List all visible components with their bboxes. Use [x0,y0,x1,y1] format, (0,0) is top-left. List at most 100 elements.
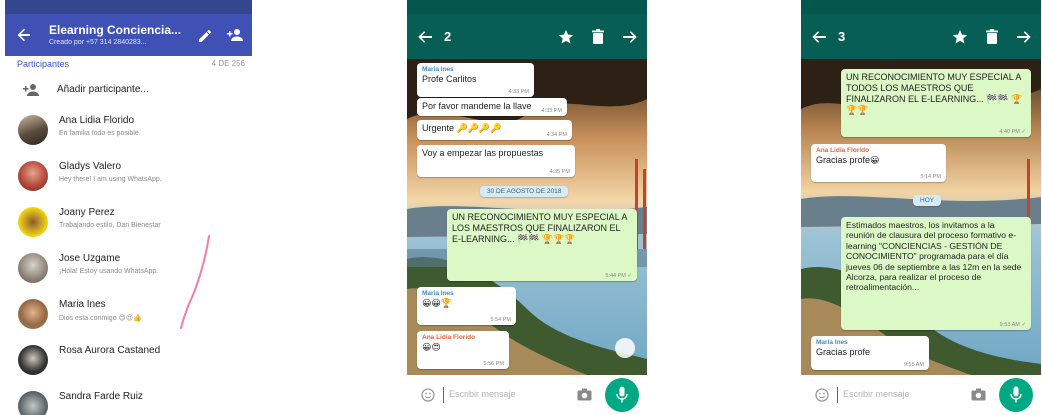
sender-name: Maria Ines [816,339,848,346]
back-arrow-icon[interactable] [15,26,33,44]
avatar [18,161,48,191]
message-time: 5:14 PM [920,174,941,180]
group-title: Elearning Conciencia... [49,23,182,37]
participant-status: Dios esta conmigo 😊😍👍 [59,315,142,322]
message-input-bar: Escribir mensaje [407,375,647,415]
selection-app-bar: 2 [407,14,647,59]
status-bar [5,0,252,14]
message-time: 4:40 PM ✓ [999,129,1026,135]
participants-count: 4 DE 256 [211,59,245,68]
message-input[interactable]: Escribir mensaje [807,380,993,410]
message-bubble[interactable]: Ana Lidia Florido Gracias profe😀 5:14 PM [811,144,946,182]
avatar [18,391,48,415]
participant-name: Maria Ines [59,299,106,310]
avatar [18,299,48,329]
trash-icon[interactable] [591,29,605,45]
message-placeholder: Escribir mensaje [449,389,516,399]
message-text: Gracias profe [816,347,871,357]
selection-app-bar: 3 [801,14,1041,59]
message-bubble[interactable]: Voy a empezar las propuestas 4:35 PM [417,145,575,177]
message-time: 5:44 PM ✓ [605,273,632,279]
participant-name: Sandra Farde Ruiz [59,391,143,402]
sender-name: Ana Lidia Florido [422,334,476,341]
sender-name: Maria Ines [422,66,454,73]
date-separator: 30 DE AGOSTO DE 2018 [480,186,569,197]
chat-screen-selection-3: 3 UN RECONOCIMIENTO MUY ESPECIAL A TODOS… [801,0,1041,415]
trash-icon[interactable] [985,29,999,45]
message-text: UN RECONOCIMIENTO MUY ESPECIAL A LOS MAE… [452,212,627,244]
avatar [18,345,48,375]
forward-arrow-icon[interactable] [1016,30,1032,44]
chat-screen-selection-2: 2 Maria Ines Profe Carlitos 4:33 PM Por … [407,0,647,415]
mic-button[interactable] [999,378,1033,412]
message-time: 9:53 AM ✓ [999,322,1026,328]
microphone-icon [1010,386,1022,404]
message-text: Urgente 🔑🔑🔑🔑 [422,123,502,133]
message-bubble[interactable]: Maria Ines 😀😀🏆 5:54 PM [417,287,516,325]
date-separator: HOY [913,195,942,206]
group-subtitle: Creado por +57 314 2840283... [49,39,147,46]
edit-pencil-icon[interactable] [197,28,213,44]
back-arrow-icon[interactable] [811,30,827,44]
participant-row[interactable]: Sandra Farde Ruiz [5,383,252,415]
message-time: 4:33 PM [508,89,529,95]
participant-status: ¡Hola! Estoy usando WhatsApp. [59,268,159,275]
message-list: Maria Ines Profe Carlitos 4:33 PM Por fa… [407,59,647,375]
add-participant-icon[interactable] [226,27,244,43]
participant-row[interactable]: Rosa Aurora Castaned [5,337,252,381]
text-cursor [443,387,444,403]
message-text: Estimados maestros, los invitamos a la r… [846,220,1022,293]
participant-status: Trabajando estilo, Dan Bienestar [59,222,161,229]
message-bubble[interactable]: Maria Ines Profe Carlitos 4:33 PM [417,63,534,97]
message-text: Por favor mandeme la llave [422,101,532,111]
message-list: UN RECONOCIMIENTO MUY ESPECIAL A TODOS L… [801,59,1041,375]
sender-name: Maria Ines [422,290,454,297]
selected-count: 2 [444,29,452,44]
status-bar [407,0,647,14]
group-info-screen: Elearning Conciencia... Creado por +57 3… [5,0,252,415]
mic-button[interactable] [605,378,639,412]
message-text: Profe Carlitos [422,74,477,84]
participant-name: Rosa Aurora Castaned [59,345,161,356]
participant-name: Jose Uzgame [59,253,121,264]
add-participant-label: Añadir participante... [57,84,149,95]
status-bar [801,0,1041,14]
text-cursor [837,387,838,403]
star-icon[interactable] [952,29,968,45]
participant-status: En familia todo es posible. [59,130,141,137]
avatar [18,207,48,237]
camera-icon[interactable] [577,388,592,401]
participant-row[interactable]: Gladys Valero Hey there! I am using What… [5,153,252,197]
message-text: 😀😍 [422,342,441,352]
add-person-icon [22,82,40,98]
avatar [18,115,48,145]
add-participant-row[interactable]: Añadir participante... [5,76,252,104]
message-time: 4:35 PM [549,169,570,175]
message-input[interactable]: Escribir mensaje [413,380,599,410]
message-time: 4:33 PM [541,108,562,114]
message-bubble[interactable]: Por favor mandeme la llave 4:33 PM [417,98,567,116]
emoji-icon[interactable] [815,388,829,402]
back-arrow-icon[interactable] [417,30,433,44]
message-text: UN RECONOCIMIENTO MUY ESPECIAL A TODOS L… [846,72,1023,115]
forward-arrow-icon[interactable] [622,30,638,44]
message-placeholder: Escribir mensaje [843,389,910,399]
selected-count: 3 [838,29,846,44]
sender-name: Ana Lidia Florido [816,147,870,154]
message-bubble[interactable]: Ana Lidia Florido 😀😍 5:56 PM [417,331,509,369]
participant-row[interactable]: Ana Lidia Florido En familia todo es pos… [5,107,252,151]
message-bubble-outgoing[interactable]: UN RECONOCIMIENTO MUY ESPECIAL A TODOS L… [841,69,1031,137]
message-time: 9:55 AM [903,362,924,368]
participant-name: Ana Lidia Florido [59,115,135,126]
message-bubble[interactable]: Maria Ines Gracias profe 9:55 AM [811,336,929,370]
emoji-icon[interactable] [421,388,435,402]
message-bubble-outgoing[interactable]: UN RECONOCIMIENTO MUY ESPECIAL A LOS MAE… [447,209,637,281]
message-time: 4:34 PM [546,132,567,138]
message-bubble[interactable]: Urgente 🔑🔑🔑🔑 4:34 PM [417,120,572,140]
camera-icon[interactable] [971,388,986,401]
message-bubble-outgoing[interactable]: Estimados maestros, los invitamos a la r… [841,217,1031,330]
star-icon[interactable] [558,29,574,45]
scroll-down-button[interactable] [615,338,635,358]
message-text: 😀😀🏆 [422,298,452,308]
participants-label: Participantes [17,59,70,69]
